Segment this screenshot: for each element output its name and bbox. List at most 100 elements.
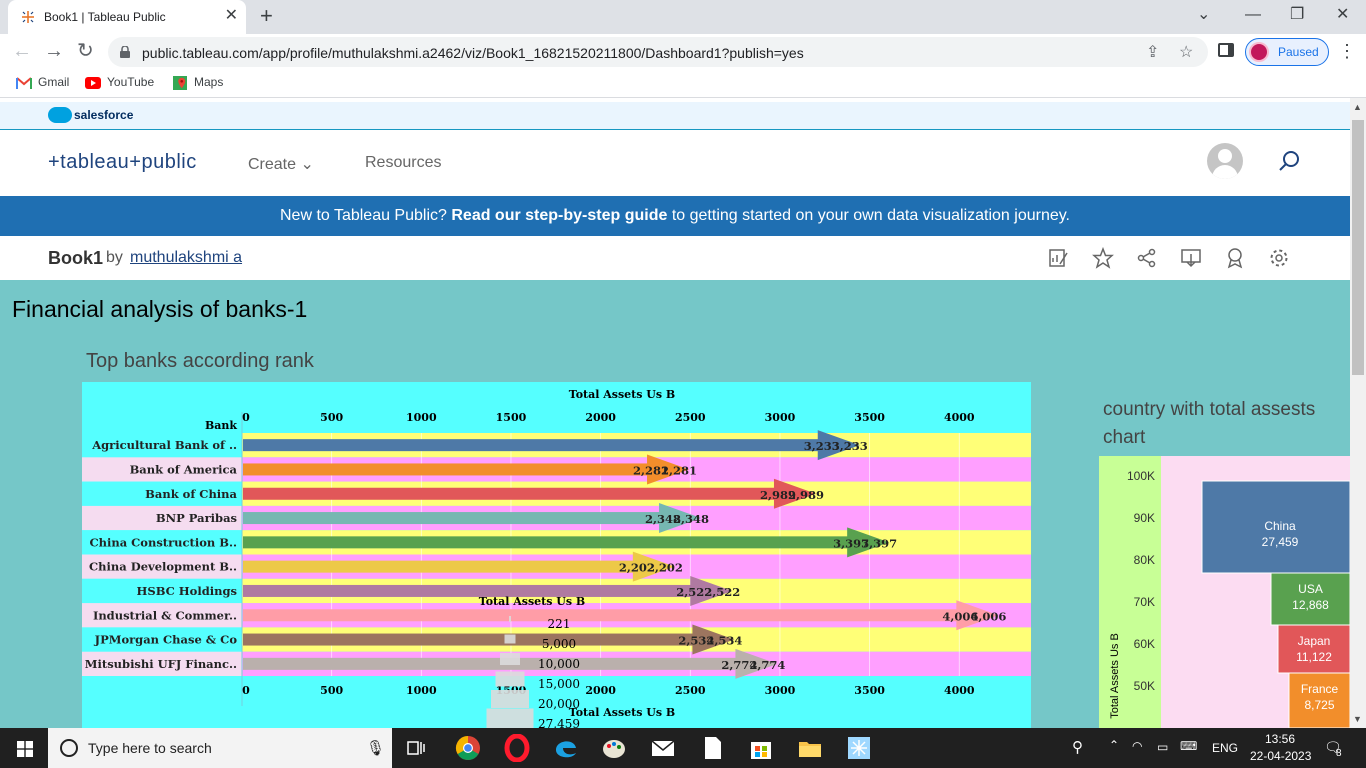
- promo-text-end: to getting started on your own data visu…: [667, 207, 1070, 224]
- nav-resources[interactable]: Resources: [365, 154, 441, 172]
- opera-icon[interactable]: [503, 734, 531, 762]
- nav-create[interactable]: Create ⌄: [248, 154, 314, 174]
- paint-icon[interactable]: [600, 734, 628, 762]
- size-legend-label: 20,000: [538, 697, 580, 711]
- snipping-tool-icon[interactable]: [845, 734, 873, 762]
- share-viz-icon[interactable]: [1136, 247, 1158, 269]
- clock-time[interactable]: 13:56: [1265, 732, 1295, 746]
- file-explorer-icon[interactable]: [796, 734, 824, 762]
- tab-search-chevron-icon[interactable]: ⌄: [1197, 4, 1210, 26]
- favorite-star-icon[interactable]: [1092, 247, 1114, 269]
- size-legend-mark: [500, 653, 520, 665]
- settings-gear-icon[interactable]: [1268, 247, 1290, 269]
- browser-menu-icon[interactable]: ⋮: [1338, 41, 1356, 62]
- bar: [243, 487, 778, 500]
- scroll-up-icon[interactable]: ▲: [1353, 102, 1362, 112]
- treemap-tile-label: Japan: [1298, 634, 1331, 648]
- promo-guide-link[interactable]: Read our step-by-step guide: [451, 207, 667, 224]
- profile-button[interactable]: Paused: [1245, 38, 1329, 66]
- address-bar[interactable]: public.tableau.com/app/profile/muthulaks…: [108, 37, 1208, 67]
- bank-label: BNP Paribas: [156, 511, 237, 525]
- bank-assets-bar-chart[interactable]: Total Assets Us B Total Assets Us B Bank 0 0…: [82, 382, 1031, 728]
- sheet-title-country-assets: country with total assests chart: [1103, 399, 1316, 448]
- top-tick-label: 3500: [854, 411, 885, 424]
- tab-title: Book1 | Tableau Public: [44, 10, 166, 24]
- user-avatar[interactable]: [1207, 143, 1243, 179]
- task-view-icon[interactable]: [402, 734, 430, 762]
- bar: [243, 609, 961, 622]
- file-icon[interactable]: [698, 734, 726, 762]
- minimize-icon[interactable]: —: [1245, 4, 1261, 26]
- youtube-icon: [85, 76, 101, 89]
- edge-icon[interactable]: [552, 734, 580, 762]
- bar-value-label: 2,522: [704, 585, 740, 599]
- store-icon[interactable]: [747, 734, 775, 762]
- bottom-tick-label: 3000: [765, 684, 796, 697]
- lock-icon: [120, 46, 130, 58]
- battery-icon[interactable]: ▭: [1157, 740, 1168, 754]
- edit-viz-icon[interactable]: [1048, 247, 1070, 269]
- bookmark-star-icon[interactable]: ☆: [1179, 42, 1193, 62]
- size-legend-label: 27,459: [538, 717, 580, 728]
- bookmark-youtube[interactable]: YouTube: [85, 75, 154, 90]
- scroll-thumb[interactable]: [1352, 120, 1364, 375]
- size-legend-label: 10,000: [538, 657, 580, 671]
- viz-of-the-day-icon[interactable]: [1224, 247, 1246, 269]
- bookmark-maps[interactable]: Maps: [172, 75, 223, 90]
- bar-value-label: 2,202: [647, 561, 683, 575]
- bookmark-gmail[interactable]: Gmail: [16, 75, 69, 90]
- side-panel-icon[interactable]: [1218, 43, 1234, 57]
- tray-chevron-up-icon[interactable]: ⌃: [1109, 738, 1119, 752]
- bottom-tick-label: 0: [242, 684, 250, 697]
- top-tick-label: 3000: [765, 411, 796, 424]
- bottom-tick-label: 4000: [944, 684, 975, 697]
- tableau-public-logo[interactable]: +tableau+public: [48, 151, 197, 174]
- sheet-title-bank-rank: Top banks according rank: [86, 350, 314, 372]
- size-legend-label: 5,000: [542, 637, 576, 651]
- bar-value-label: 2,534: [706, 634, 742, 648]
- download-icon[interactable]: [1180, 247, 1202, 269]
- top-tick-label: 2000: [585, 411, 616, 424]
- notification-count: 8: [1336, 748, 1342, 759]
- bottom-tick-label: 3500: [854, 684, 885, 697]
- bank-label: China Development B..: [89, 560, 237, 574]
- clock-date[interactable]: 22-04-2023: [1250, 749, 1311, 763]
- restore-icon[interactable]: ❐: [1290, 4, 1304, 26]
- network-icon[interactable]: ◠: [1132, 739, 1142, 753]
- close-tab-icon[interactable]: ✕: [225, 7, 238, 25]
- bank-label: Bank of China: [145, 487, 237, 501]
- browser-tab[interactable]: Book1 | Tableau Public ✕: [8, 0, 246, 34]
- keyboard-icon[interactable]: ⌨: [1180, 739, 1197, 753]
- author-link[interactable]: muthulakshmi a: [130, 249, 242, 267]
- page-scrollbar[interactable]: ▲ ▼: [1350, 98, 1366, 728]
- share-icon[interactable]: ⇪: [1146, 42, 1159, 62]
- scroll-down-icon[interactable]: ▼: [1353, 714, 1362, 724]
- bar-value-label: 3,397: [861, 536, 897, 550]
- microphone-icon[interactable]: 🎙: [366, 739, 385, 757]
- top-tick-label: 1500: [496, 411, 527, 424]
- bookmarks-bar: Gmail YouTube Maps: [0, 70, 1366, 98]
- people-icon[interactable]: ⚲: [1072, 738, 1083, 756]
- windows-start-icon[interactable]: [17, 741, 33, 757]
- search-icon: [60, 739, 78, 757]
- search-icon[interactable]: [1278, 150, 1300, 172]
- mail-icon[interactable]: [649, 734, 677, 762]
- taskbar-search-box[interactable]: Type here to search 🎙: [48, 728, 392, 768]
- reload-icon[interactable]: ↻: [77, 40, 94, 62]
- back-icon[interactable]: ←: [12, 40, 32, 62]
- bar: [243, 657, 740, 670]
- treemap-tile-value: 8,725: [1304, 698, 1334, 712]
- new-tab-icon[interactable]: +: [260, 4, 273, 28]
- forward-icon[interactable]: →: [44, 40, 64, 62]
- size-legend-label: 221: [548, 617, 571, 631]
- bar: [243, 512, 664, 525]
- treemap-tile-label: USA: [1298, 582, 1323, 596]
- size-legend-mark: [491, 690, 529, 708]
- country-assets-treemap[interactable]: 100K 90K 80K 70K 60K 50K Total Assets Us B Chin…: [1099, 456, 1350, 728]
- language-indicator[interactable]: ENG: [1212, 741, 1238, 755]
- salesforce-label[interactable]: salesforce: [74, 108, 133, 122]
- window-close-icon[interactable]: ✕: [1336, 4, 1349, 26]
- chrome-icon[interactable]: [454, 734, 482, 762]
- url-text: public.tableau.com/app/profile/muthulaks…: [142, 45, 804, 61]
- bar: [243, 560, 637, 573]
